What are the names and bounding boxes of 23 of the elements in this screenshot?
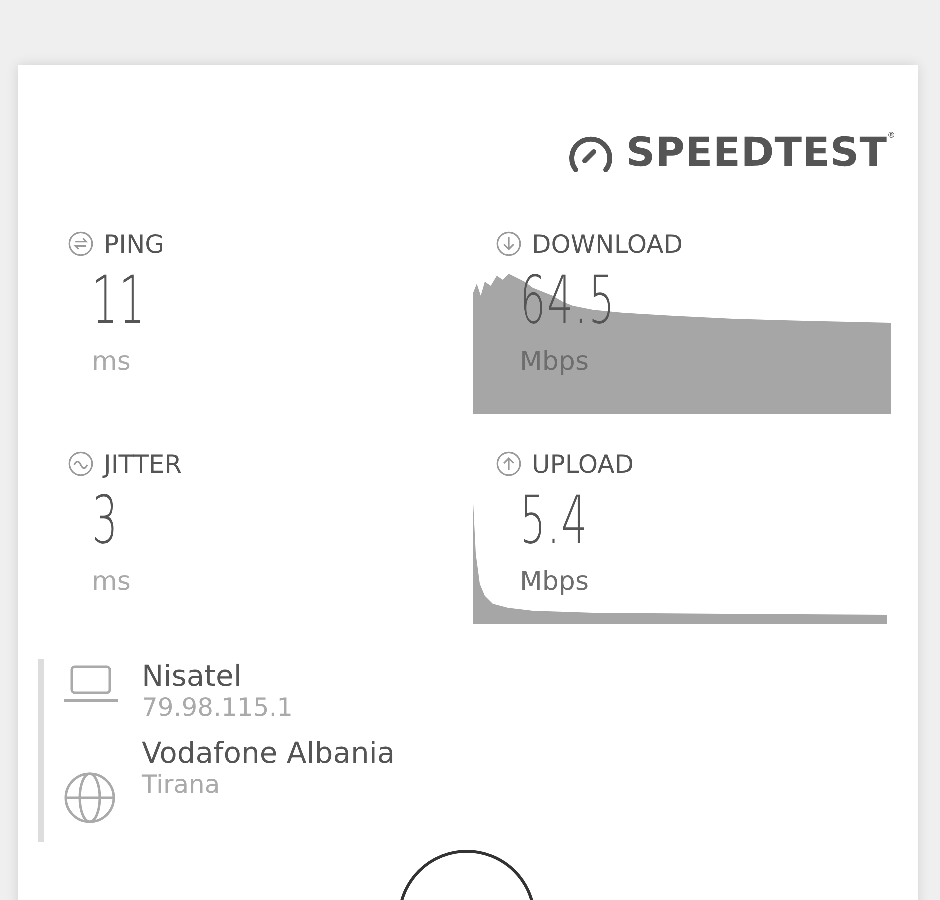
metric-value: 11 [92,263,147,339]
metric-unit: ms [92,567,132,597]
metric-label: PING [104,230,165,258]
metric-unit: Mbps [520,347,590,377]
arrows-circle-icon [68,231,94,257]
metric-value: 3 [92,483,120,559]
metric-label: DOWNLOAD [532,230,683,258]
metric-value: 5.4 [520,483,589,559]
laptop-icon [64,665,118,703]
metric-label: UPLOAD [532,450,634,478]
provider-name: Vodafone Albania [142,736,396,770]
metric-unit: ms [92,347,132,377]
metric-label: JITTER [104,450,182,478]
provider-detail: 79.98.115.1 [142,693,294,722]
wave-circle-icon [68,451,94,477]
logo-wordmark: SPEEDTEST$^{®}$ [626,130,896,176]
globe-icon [64,772,116,824]
up-arrow-circle-icon [496,451,522,477]
down-arrow-circle-icon [496,231,522,257]
provider-name: Nisatel [142,659,243,693]
speedometer-icon [568,134,614,172]
metric-unit: Mbps [520,567,590,597]
provider-detail: Tirana [142,770,222,799]
